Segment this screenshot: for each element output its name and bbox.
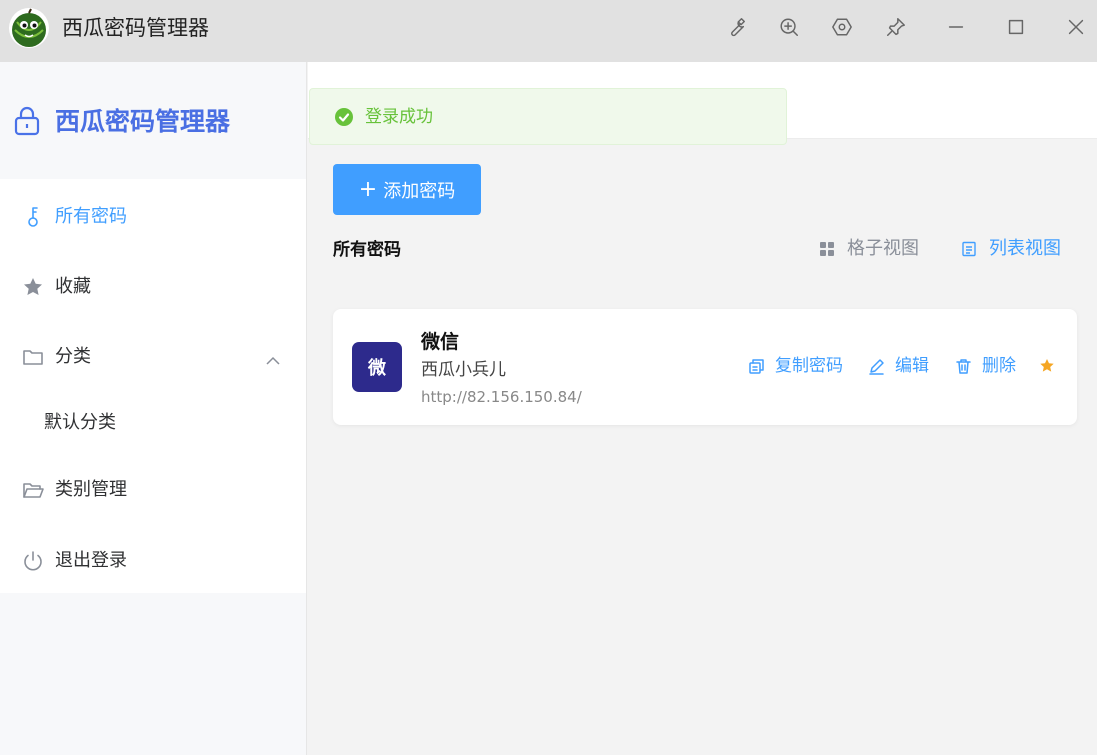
copy-password-button[interactable]: 复制密码 — [748, 354, 843, 378]
add-password-button[interactable]: + 添加密码 — [333, 164, 481, 215]
entry-name: 微信 — [421, 331, 460, 353]
list-icon — [962, 241, 976, 257]
toast-message: 登录成功 — [365, 107, 433, 127]
entry-avatar: 微 — [352, 342, 402, 392]
folder-open-icon — [22, 479, 44, 501]
entry-username: 西瓜小兵儿 — [421, 360, 506, 380]
grid-view-label: 格子视图 — [847, 238, 919, 259]
sidebar: 西瓜密码管理器 所有密码 收藏 分类 默认分类 类别管理 退出登录 — [0, 62, 307, 755]
edit-button[interactable]: 编辑 — [868, 354, 929, 378]
plus-icon: + — [358, 176, 378, 202]
list-view-label: 列表视图 — [989, 238, 1061, 259]
sidebar-item-label: 收藏 — [55, 276, 91, 297]
sidebar-item-categories[interactable]: 分类 — [0, 325, 306, 389]
minimize-icon[interactable] — [942, 13, 970, 41]
sidebar-item-logout[interactable]: 退出登录 — [0, 529, 306, 593]
sidebar-item-label: 默认分类 — [44, 412, 116, 433]
trash-icon — [956, 358, 971, 374]
delete-button[interactable]: 删除 — [955, 354, 1016, 378]
chevron-up-icon[interactable] — [266, 351, 280, 365]
maximize-icon[interactable] — [1002, 13, 1030, 41]
grid-view-button[interactable]: 格子视图 — [819, 236, 919, 262]
key-icon — [22, 206, 44, 228]
section-title: 所有密码 — [333, 240, 401, 260]
wrench-icon[interactable] — [722, 13, 750, 41]
sidebar-item-favorites[interactable]: 收藏 — [0, 255, 306, 319]
sidebar-item-label: 类别管理 — [55, 479, 127, 500]
list-view-button[interactable]: 列表视图 — [961, 236, 1061, 262]
add-password-label: 添加密码 — [383, 180, 456, 202]
lock-icon — [13, 106, 41, 136]
power-icon — [22, 550, 44, 572]
app-title: 西瓜密码管理器 — [62, 16, 209, 40]
favorite-star-icon[interactable] — [1039, 358, 1055, 374]
folder-icon — [22, 346, 44, 368]
zoom-in-icon[interactable] — [775, 13, 803, 41]
sidebar-item-label: 退出登录 — [55, 550, 127, 571]
entry-url[interactable]: http://82.156.150.84/ — [421, 387, 582, 407]
watermelon-icon — [9, 8, 49, 48]
password-card[interactable]: 微 微信 西瓜小兵儿 http://82.156.150.84/ 复制密码 编辑… — [333, 309, 1077, 425]
pin-icon[interactable] — [882, 13, 910, 41]
edit-label: 编辑 — [895, 356, 929, 376]
sidebar-item-label: 分类 — [55, 346, 91, 367]
copy-icon — [749, 358, 764, 374]
sidebar-item-default-category[interactable]: 默认分类 — [0, 391, 306, 455]
settings-hexagon-icon[interactable] — [828, 13, 856, 41]
grid-icon — [820, 242, 834, 256]
edit-icon — [869, 358, 884, 375]
success-toast: 登录成功 — [309, 88, 787, 145]
brand-title: 西瓜密码管理器 — [55, 107, 231, 136]
title-bar: 西瓜密码管理器 — [0, 0, 1097, 62]
delete-label: 删除 — [982, 356, 1016, 376]
sidebar-item-all-passwords[interactable]: 所有密码 — [0, 185, 306, 249]
copy-password-label: 复制密码 — [775, 356, 843, 376]
sidebar-item-category-management[interactable]: 类别管理 — [0, 458, 306, 522]
sidebar-menu: 所有密码 收藏 分类 默认分类 类别管理 退出登录 — [0, 179, 306, 593]
sidebar-brand: 西瓜密码管理器 — [0, 62, 306, 179]
star-icon — [22, 276, 44, 298]
close-icon[interactable] — [1062, 13, 1090, 41]
success-check-icon — [335, 108, 353, 126]
sidebar-item-label: 所有密码 — [55, 206, 127, 227]
